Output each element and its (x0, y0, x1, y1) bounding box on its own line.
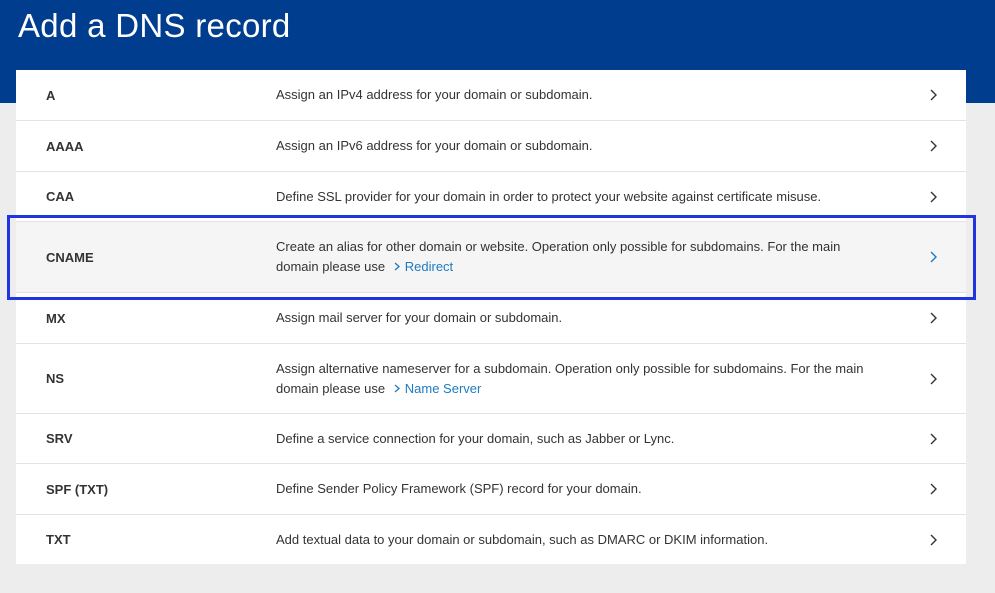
record-description-text: Assign an IPv6 address for your domain o… (276, 138, 593, 153)
chevron-right-icon (930, 251, 937, 263)
record-description-text: Add textual data to your domain or subdo… (276, 531, 769, 547)
record-row-ns[interactable]: NS Assign alternative nameserver for a s… (16, 344, 966, 414)
record-row-aaaa[interactable]: AAAA Assign an IPv6 address for your dom… (16, 121, 966, 172)
record-description-text: Define SSL provider for your domain in o… (276, 188, 822, 204)
redirect-link-label: Redirect (404, 259, 454, 274)
page: Add a DNS record A Assign an IPv4 addres… (0, 0, 995, 593)
record-description: Assign alternative nameserver for a subd… (276, 344, 866, 413)
record-row-cname[interactable]: CNAME Create an alias for other domain o… (16, 222, 966, 293)
record-description: Define Sender Policy Framework (SPF) rec… (276, 464, 866, 514)
dns-record-type-list: A Assign an IPv4 address for your domain… (16, 70, 966, 564)
record-description-text: Assign an IPv4 address for your domain o… (276, 87, 593, 102)
name-server-link[interactable]: Name Server (389, 380, 482, 396)
record-description: Assign an IPv6 address for your domain o… (276, 121, 866, 171)
record-description-text: Define Sender Policy Framework (SPF) rec… (276, 481, 642, 496)
chevron-right-icon (930, 483, 937, 495)
record-row-a[interactable]: A Assign an IPv4 address for your domain… (16, 70, 966, 121)
record-description: Assign an IPv4 address for your domain o… (276, 70, 866, 120)
chevron-right-icon (930, 534, 937, 545)
record-description: Define a service connection for your dom… (276, 414, 866, 463)
record-row-txt[interactable]: TXT Add textual data to your domain or s… (16, 515, 966, 564)
chevron-right-icon (930, 312, 937, 324)
record-type-label: MX (46, 310, 66, 326)
chevron-right-icon (930, 373, 937, 384)
record-row-spf-txt[interactable]: SPF (TXT) Define Sender Policy Framework… (16, 464, 966, 515)
record-type-label: CNAME (46, 249, 94, 265)
chevron-right-icon (930, 140, 937, 152)
chevron-right-icon (930, 89, 937, 101)
record-description-text: Create an alias for other domain or webs… (276, 239, 841, 274)
chevron-right-icon (930, 191, 937, 202)
record-type-label: SPF (TXT) (46, 481, 109, 497)
record-type-label: A (46, 87, 56, 103)
record-description: Create an alias for other domain or webs… (276, 222, 866, 292)
record-description: Define SSL provider for your domain in o… (276, 172, 866, 221)
record-description: Assign mail server for your domain or su… (276, 293, 866, 343)
record-row-caa[interactable]: CAA Define SSL provider for your domain … (16, 172, 966, 222)
record-type-label: AAAA (46, 138, 84, 154)
record-row-srv[interactable]: SRV Define a service connection for your… (16, 414, 966, 464)
record-description-text: Assign mail server for your domain or su… (276, 310, 563, 325)
record-type-label: SRV (46, 431, 73, 446)
record-description-text: Define a service connection for your dom… (276, 430, 675, 446)
record-type-label: CAA (46, 189, 75, 204)
record-type-label: NS (46, 371, 65, 386)
redirect-link[interactable]: Redirect (389, 259, 453, 274)
record-description-text: Assign alternative nameserver for a subd… (276, 360, 864, 396)
chevron-right-icon (394, 262, 400, 271)
record-description: Add textual data to your domain or subdo… (276, 515, 866, 564)
chevron-right-icon (394, 384, 400, 392)
record-row-mx[interactable]: MX Assign mail server for your domain or… (16, 293, 966, 344)
name-server-link-label: Name Server (404, 380, 482, 396)
record-type-label: TXT (46, 532, 71, 547)
chevron-right-icon (930, 433, 937, 444)
page-title: Add a DNS record (18, 7, 291, 44)
